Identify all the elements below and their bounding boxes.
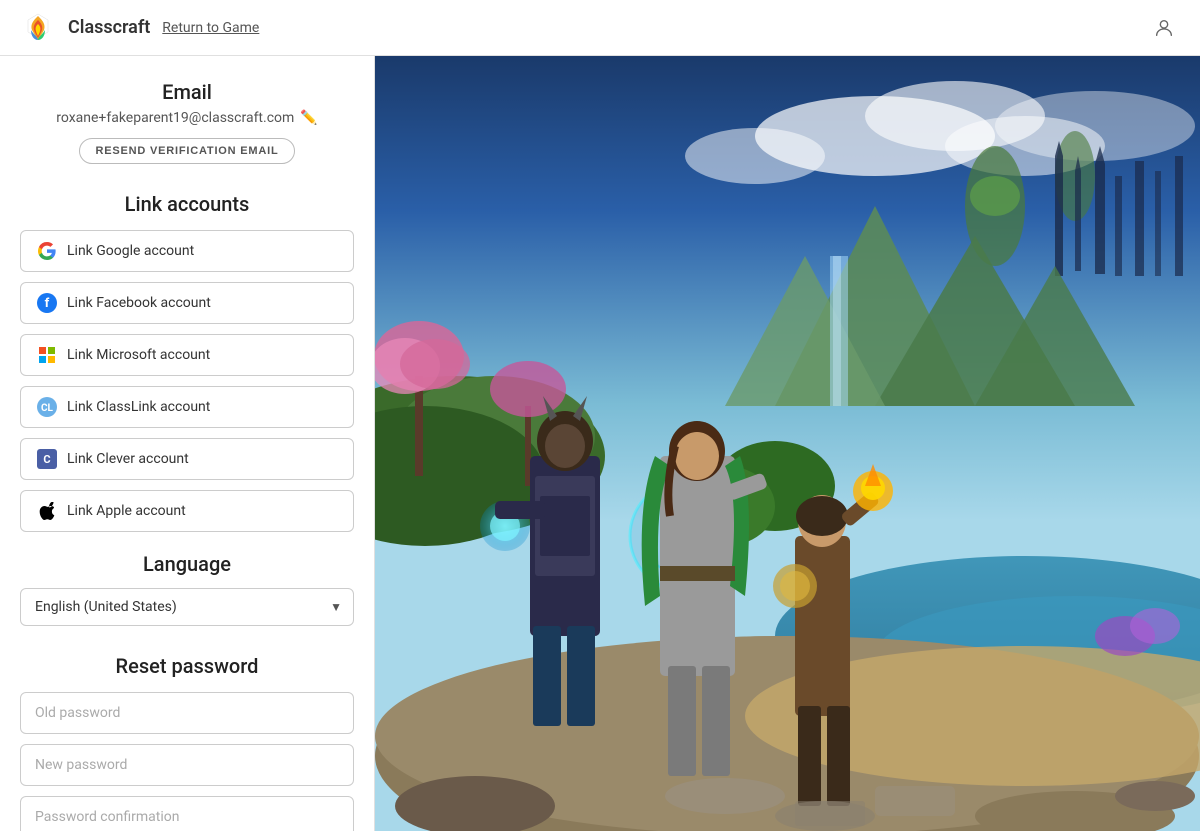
link-apple-label: Link Apple account xyxy=(67,503,186,519)
link-facebook-button[interactable]: f Link Facebook account xyxy=(20,282,354,324)
link-clever-button[interactable]: C Link Clever account xyxy=(20,438,354,480)
apple-icon xyxy=(37,501,57,521)
return-to-game-link[interactable]: Return to Game xyxy=(162,20,259,36)
main-content: Email roxane+fakeparent19@classcraft.com… xyxy=(0,56,1200,831)
clever-icon: C xyxy=(37,449,57,469)
link-facebook-label: Link Facebook account xyxy=(67,295,211,311)
email-section: Email roxane+fakeparent19@classcraft.com… xyxy=(20,80,354,164)
link-microsoft-label: Link Microsoft account xyxy=(67,347,210,363)
right-panel-game-image xyxy=(375,56,1200,831)
link-microsoft-button[interactable]: Link Microsoft account xyxy=(20,334,354,376)
resend-verification-button[interactable]: RESEND VERIFICATION EMAIL xyxy=(79,138,296,164)
microsoft-icon xyxy=(37,345,57,365)
email-value: roxane+fakeparent19@classcraft.com xyxy=(56,110,294,126)
classcraft-logo-icon xyxy=(20,10,56,46)
header: Classcraft Return to Game xyxy=(0,0,1200,56)
link-clever-label: Link Clever account xyxy=(67,451,189,467)
link-classlink-label: Link ClassLink account xyxy=(67,399,210,415)
google-icon xyxy=(37,241,57,261)
old-password-input[interactable] xyxy=(20,692,354,734)
header-left: Classcraft Return to Game xyxy=(20,10,259,46)
language-select-wrapper: English (United States) French Spanish P… xyxy=(20,588,354,626)
confirm-password-input[interactable] xyxy=(20,796,354,831)
link-accounts-section: Link accounts Link Google account f xyxy=(20,192,354,532)
reset-password-title: Reset password xyxy=(20,654,354,678)
link-google-label: Link Google account xyxy=(67,243,194,259)
language-title: Language xyxy=(20,552,354,576)
language-section: Language English (United States) French … xyxy=(20,552,354,626)
link-apple-button[interactable]: Link Apple account xyxy=(20,490,354,532)
edit-email-icon[interactable]: ✏️ xyxy=(300,110,317,126)
classcraft-logo-text: Classcraft xyxy=(68,17,150,38)
link-accounts-title: Link accounts xyxy=(20,192,354,216)
reset-password-section: Reset password SAVE xyxy=(20,654,354,831)
language-select[interactable]: English (United States) French Spanish P… xyxy=(20,588,354,626)
email-display: roxane+fakeparent19@classcraft.com ✏️ xyxy=(20,110,354,126)
new-password-input[interactable] xyxy=(20,744,354,786)
link-google-button[interactable]: Link Google account xyxy=(20,230,354,272)
left-panel: Email roxane+fakeparent19@classcraft.com… xyxy=(0,56,375,831)
facebook-icon: f xyxy=(37,293,57,313)
classlink-icon: CL xyxy=(37,397,57,417)
svg-text:C: C xyxy=(43,453,50,466)
user-menu-icon[interactable] xyxy=(1148,12,1180,44)
link-classlink-button[interactable]: CL Link ClassLink account xyxy=(20,386,354,428)
svg-text:CL: CL xyxy=(41,403,54,414)
email-section-title: Email xyxy=(20,80,354,104)
